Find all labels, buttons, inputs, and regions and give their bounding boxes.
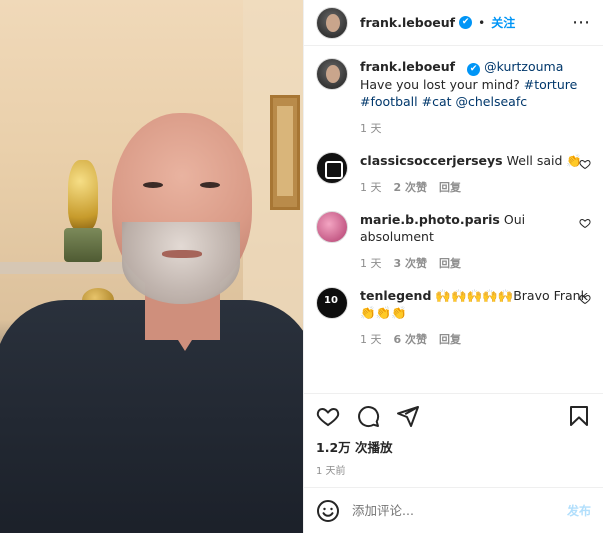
post-actions (304, 393, 603, 437)
separator-dot: • (478, 15, 486, 30)
commenter-username[interactable]: classicsoccerjerseys (360, 153, 503, 168)
comment-time: 1 天 (360, 257, 382, 270)
share-icon[interactable] (396, 404, 420, 428)
mention-link[interactable]: @chelseafc (456, 94, 528, 109)
comment-likes[interactable]: 6 次赞 (394, 331, 427, 347)
hashtag-link[interactable]: #football (360, 94, 418, 109)
comment-composer: 发布 (304, 487, 603, 533)
caption-row: frank.leboeuf ✔ @kurtzouma Have you lost… (316, 58, 591, 136)
caption-time: 1 天 (360, 122, 382, 135)
comment-input[interactable] (352, 503, 567, 518)
comment-time: 1 天 (360, 333, 382, 346)
heart-icon[interactable] (579, 158, 591, 170)
comment-likes[interactable]: 3 次赞 (394, 255, 427, 271)
hashtag-link[interactable]: #torture (524, 77, 578, 92)
verified-icon: ✔ (467, 63, 481, 76)
commenter-avatar[interactable] (316, 211, 348, 243)
caption-body: Have you lost your mind? (360, 77, 524, 92)
post-side-panel: frank.leboeuf ✔ • 关注 ⋯ frank.leboeuf ✔ @… (303, 0, 603, 533)
post-comment-button[interactable]: 发布 (567, 502, 591, 519)
heart-icon[interactable] (579, 217, 591, 229)
bookmark-icon[interactable] (567, 404, 591, 428)
emoji-icon[interactable] (316, 499, 340, 523)
person-image (0, 0, 303, 533)
verified-icon: ✔ (459, 16, 473, 29)
commenter-username[interactable]: tenlegend (360, 288, 431, 303)
comment-icon[interactable] (356, 404, 380, 428)
comment-row: marie.b.photo.paris Oui absolument 1 天 3 … (316, 211, 591, 271)
reply-button[interactable]: 回复 (439, 255, 461, 271)
reply-button[interactable]: 回复 (439, 179, 461, 195)
heart-icon[interactable] (316, 404, 340, 428)
comment-time: 1 天 (360, 181, 382, 194)
more-icon[interactable]: ⋯ (572, 12, 591, 33)
author-avatar[interactable] (316, 6, 348, 39)
caption-avatar[interactable] (316, 58, 348, 90)
post-header: frank.leboeuf ✔ • 关注 ⋯ (304, 0, 603, 46)
post-dialog: frank.leboeuf ✔ • 关注 ⋯ frank.leboeuf ✔ @… (0, 0, 603, 533)
comment-text: Well said 👏 (506, 153, 582, 168)
caption-username[interactable]: frank.leboeuf (360, 59, 455, 74)
hashtag-link[interactable]: #cat (422, 94, 452, 109)
comment-likes[interactable]: 2 次赞 (394, 179, 427, 195)
comment-row: tenlegend🙌🙌🙌🙌🙌Bravo Frank👏👏👏 1 天 6 次赞 回复 (316, 287, 591, 347)
commenter-avatar[interactable] (316, 287, 348, 319)
follow-button[interactable]: 关注 (491, 14, 515, 31)
commenter-avatar[interactable] (316, 152, 348, 184)
post-video[interactable] (0, 0, 303, 533)
author-username[interactable]: frank.leboeuf (360, 15, 455, 30)
reply-button[interactable]: 回复 (439, 331, 461, 347)
commenter-username[interactable]: marie.b.photo.paris (360, 212, 500, 227)
views-count[interactable]: 1.2万 次播放 (304, 437, 603, 456)
mention-link[interactable]: @kurtzouma (484, 59, 563, 74)
caption-text: frank.leboeuf ✔ @kurtzouma Have you lost… (360, 58, 591, 110)
heart-icon[interactable] (579, 293, 591, 305)
post-time: 1 天前 (316, 466, 346, 477)
comments-list[interactable]: frank.leboeuf ✔ @kurtzouma Have you lost… (304, 46, 603, 393)
comment-row: classicsoccerjerseys Well said 👏 1 天 2 次赞… (316, 152, 591, 195)
